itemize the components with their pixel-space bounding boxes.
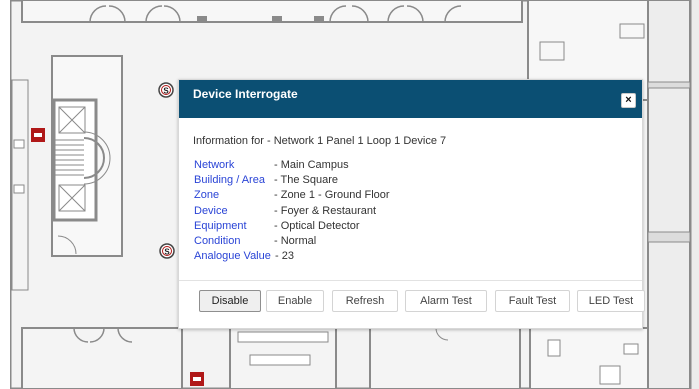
network-value: - Main Campus bbox=[274, 159, 349, 171]
equipment-label[interactable]: Equipment bbox=[194, 220, 247, 232]
wall-post bbox=[272, 16, 282, 22]
window bbox=[13, 184, 25, 194]
close-button[interactable]: × bbox=[621, 93, 636, 108]
analogue-value-value: - 23 bbox=[275, 250, 294, 263]
dialog-header: Device Interrogate × bbox=[179, 80, 642, 118]
fault-test-button[interactable]: Fault Test bbox=[495, 290, 570, 312]
network-label[interactable]: Network bbox=[194, 159, 234, 171]
window bbox=[13, 139, 25, 149]
info-target: Network 1 Panel 1 Loop 1 Device 7 bbox=[273, 135, 447, 147]
alarm-test-button[interactable]: Alarm Test bbox=[405, 290, 487, 312]
fixture bbox=[547, 339, 561, 357]
fire-panel-detail bbox=[193, 377, 201, 381]
wall-post bbox=[197, 16, 207, 22]
smoke-detector-icon[interactable]: S bbox=[158, 82, 174, 98]
led-test-button[interactable]: LED Test bbox=[577, 290, 645, 312]
stair-edge bbox=[647, 81, 691, 89]
sensor-glyph: S bbox=[164, 248, 170, 257]
device-interrogate-dialog: Device Interrogate × Information for - N… bbox=[178, 79, 645, 329]
fire-panel-detail bbox=[34, 133, 42, 137]
condition-label[interactable]: Condition bbox=[194, 235, 240, 247]
fixture bbox=[599, 365, 621, 385]
dialog-title: Device Interrogate bbox=[193, 87, 298, 101]
building-area-value: - The Square bbox=[274, 174, 339, 187]
counter bbox=[249, 354, 311, 366]
zone-label[interactable]: Zone bbox=[194, 189, 219, 201]
right-corridor bbox=[647, 0, 691, 389]
stair-edge bbox=[647, 231, 691, 243]
info-prefix: Information for - bbox=[193, 135, 274, 147]
bottom-room bbox=[369, 327, 521, 389]
device-label[interactable]: Device bbox=[194, 205, 228, 217]
enable-button[interactable]: Enable bbox=[266, 290, 324, 312]
info-line: Information for - Network 1 Panel 1 Loop… bbox=[193, 135, 446, 147]
counter bbox=[237, 331, 329, 343]
device-value: - Foyer & Restaurant bbox=[274, 204, 377, 217]
analogue-value-label[interactable]: Analogue Value bbox=[194, 250, 271, 262]
wall-post bbox=[314, 16, 324, 22]
sensor-glyph: S bbox=[163, 87, 169, 96]
equipment-value: - Optical Detector bbox=[274, 219, 360, 232]
condition-value: - Normal bbox=[274, 234, 317, 247]
disable-button[interactable]: Disable bbox=[199, 290, 261, 312]
refresh-button[interactable]: Refresh bbox=[332, 290, 398, 312]
washroom bbox=[529, 327, 649, 389]
bottom-room bbox=[21, 327, 183, 389]
zone-value: - Zone 1 - Ground Floor bbox=[274, 189, 390, 202]
dialog-divider bbox=[179, 280, 642, 281]
fixture bbox=[623, 343, 639, 355]
left-margin bbox=[0, 0, 10, 389]
building-area-label[interactable]: Building / Area bbox=[194, 174, 265, 186]
smoke-detector-icon[interactable]: S bbox=[159, 243, 175, 259]
